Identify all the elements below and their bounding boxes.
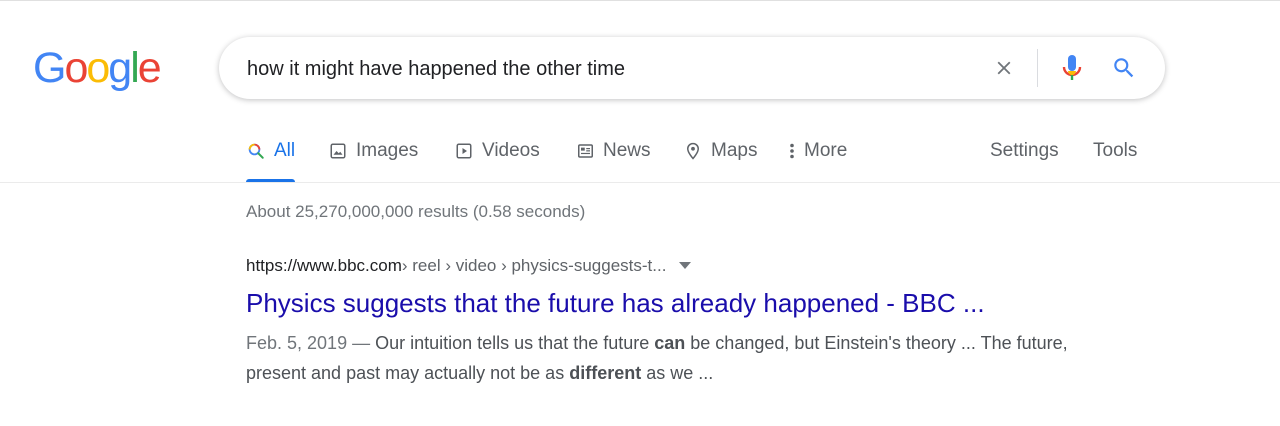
tab-all[interactable]: All xyxy=(246,138,296,182)
more-vert-icon xyxy=(786,138,798,164)
result-path: › reel › video › physics-suggests-t... xyxy=(401,256,667,275)
search-icon xyxy=(1114,58,1134,78)
tab-videos[interactable]: Videos xyxy=(454,138,540,182)
result-date: Feb. 5, 2019 xyxy=(246,333,348,353)
result-domain: https://www.bbc.com xyxy=(246,256,402,275)
snippet-fragment: Our intuition tells us that the future xyxy=(375,333,655,353)
search-icon xyxy=(246,138,266,164)
search-box-divider xyxy=(1037,49,1038,87)
tabs-divider xyxy=(0,182,1280,183)
result-date-dash: — xyxy=(347,333,376,353)
logo-letter: o xyxy=(86,44,110,92)
search-box xyxy=(219,37,1165,99)
tab-maps[interactable]: Maps xyxy=(683,138,757,182)
newspaper-icon xyxy=(575,138,595,164)
logo-letter: e xyxy=(137,44,162,92)
search-input[interactable] xyxy=(247,56,967,82)
voice-search-button[interactable] xyxy=(1057,53,1087,83)
tab-all-label: All xyxy=(274,140,296,161)
search-button[interactable] xyxy=(1109,53,1139,83)
tab-images[interactable]: Images xyxy=(328,138,418,182)
tab-more[interactable]: More xyxy=(786,138,847,182)
result-title-link[interactable]: Physics suggests that the future has alr… xyxy=(246,287,1076,319)
logo-letter: l xyxy=(130,44,139,92)
snippet-fragment: as we ... xyxy=(641,363,714,383)
top-border xyxy=(0,0,1280,1)
logo-letter: g xyxy=(108,44,132,92)
tab-maps-label: Maps xyxy=(711,140,758,161)
result-stats: About 25,270,000,000 results (0.58 secon… xyxy=(246,202,586,221)
close-icon xyxy=(997,61,1011,75)
microphone-icon xyxy=(1062,55,1082,80)
tab-videos-label: Videos xyxy=(482,140,540,161)
tab-news-label: News xyxy=(603,140,651,161)
map-pin-icon xyxy=(683,138,703,164)
snippet-bold-term: can xyxy=(654,333,686,353)
tab-images-label: Images xyxy=(356,140,419,161)
tab-news[interactable]: News xyxy=(575,138,651,182)
result-citation[interactable]: https://www.bbc.com › reel › video › phy… xyxy=(246,253,1076,279)
tools-link[interactable]: Tools xyxy=(1093,138,1137,164)
search-result: https://www.bbc.com › reel › video › phy… xyxy=(246,253,1076,388)
logo-letter: o xyxy=(64,44,88,92)
caret-down-icon xyxy=(679,262,692,269)
tab-more-label: More xyxy=(804,140,848,161)
clear-search-button[interactable] xyxy=(989,53,1019,83)
image-icon xyxy=(328,138,348,164)
snippet-bold-term: different xyxy=(569,363,642,383)
settings-link[interactable]: Settings xyxy=(990,138,1059,164)
logo-letter: G xyxy=(33,44,66,92)
google-logo[interactable]: Google xyxy=(33,44,162,92)
video-icon xyxy=(454,138,474,164)
result-snippet: Feb. 5, 2019 — Our intuition tells us th… xyxy=(246,328,1076,388)
result-options-button[interactable] xyxy=(678,259,692,273)
